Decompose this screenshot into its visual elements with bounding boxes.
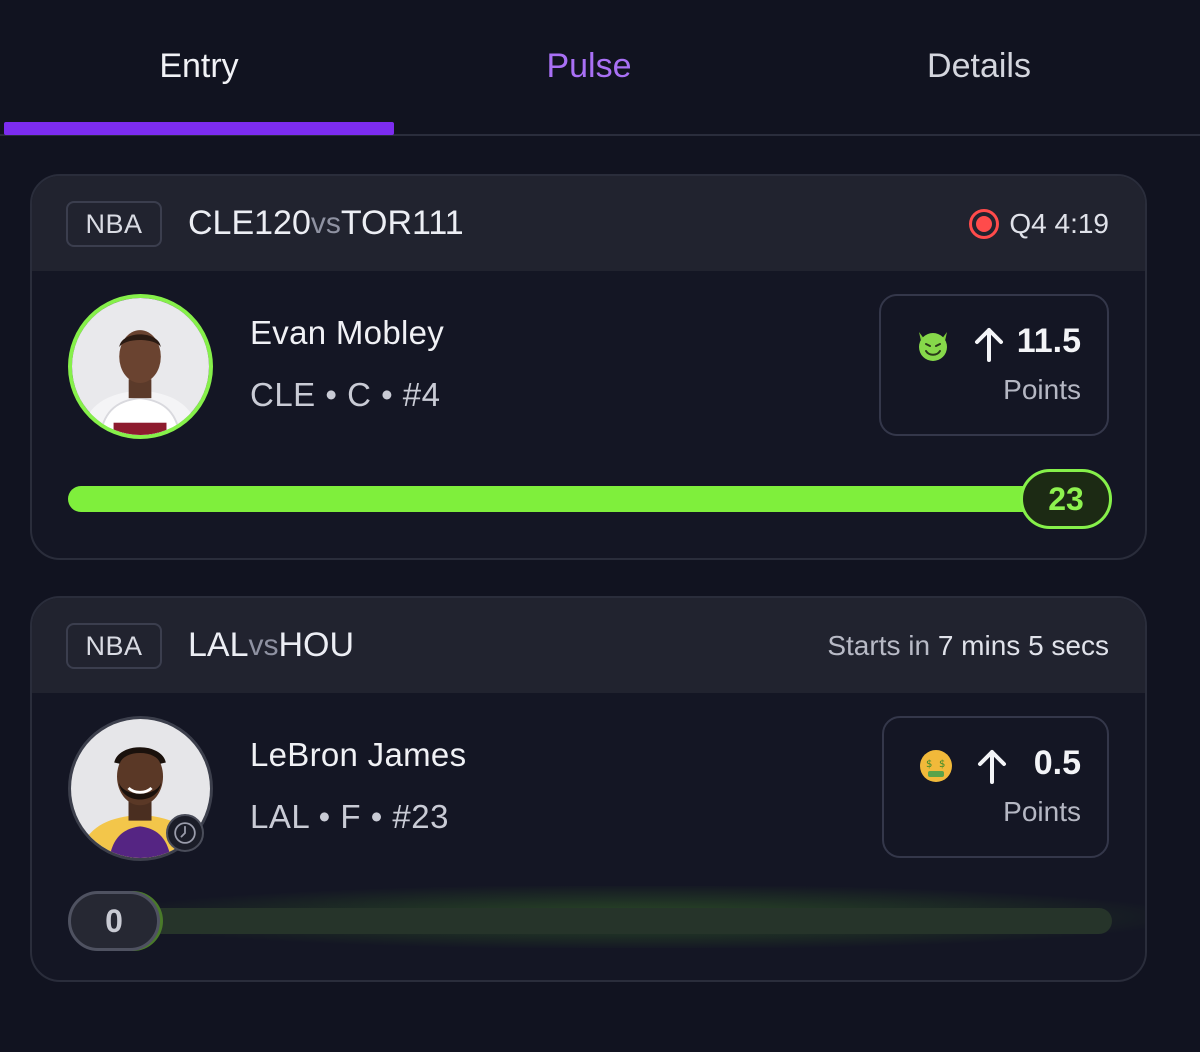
player-meta: CLE • C • #4 (250, 376, 441, 413)
start-countdown-prefix: Starts in (827, 629, 938, 661)
active-tab-indicator (4, 122, 394, 135)
svg-text:$: $ (939, 759, 945, 770)
game-clock: Q4 4:19 (1009, 207, 1109, 239)
progress-fill (68, 486, 1068, 512)
game-score: CLE 120 vs TOR 111 (188, 176, 464, 271)
money-mouth-emoji-icon: $ $ (920, 750, 952, 782)
pick-stat-label: Points (1003, 374, 1081, 405)
arrow-up-icon (978, 750, 1006, 784)
pick-stat-label: Points (1003, 796, 1081, 827)
devil-emoji-icon (919, 332, 947, 361)
pick-line-box[interactable]: 11.5 Points (879, 294, 1109, 436)
vs-label: vs (248, 628, 279, 662)
game-status: Q4 4:19 (969, 176, 1109, 271)
svg-text:$: $ (926, 759, 932, 770)
away-team: TOR (340, 204, 413, 242)
home-team: LAL (188, 626, 249, 664)
away-team: HOU (278, 626, 355, 664)
pick-card[interactable]: NBA CLE 120 vs TOR 111 Q4 4:19 Evan Mobl… (30, 174, 1147, 560)
pick-line-value: 11.5 (1016, 322, 1081, 360)
home-team: CLE (188, 204, 255, 242)
player-meta: LAL • F • #23 (250, 798, 449, 835)
game-header: NBA CLE 120 vs TOR 111 Q4 4:19 (32, 176, 1145, 271)
home-score: 120 (254, 204, 311, 242)
pick-card[interactable]: NBA LAL vs HOU Starts in 7 mins 5 secs L… (30, 596, 1147, 982)
current-stat-value: 23 (1020, 469, 1112, 529)
arrow-up-icon (975, 328, 1003, 362)
league-badge: NBA (66, 201, 162, 247)
pick-line-value: 0.5 (1033, 744, 1081, 782)
pick-line-box[interactable]: $ $ 0.5 Points (882, 716, 1109, 858)
tab-details[interactable]: Details (784, 0, 1174, 136)
tab-pulse[interactable]: Pulse (394, 0, 784, 136)
tab-bar: Entry Pulse Details (0, 0, 1200, 136)
live-record-icon (969, 208, 1000, 239)
player-name: LeBron James (250, 736, 467, 773)
player-name: Evan Mobley (250, 314, 445, 351)
vs-label: vs (310, 206, 341, 240)
tab-entry[interactable]: Entry (4, 0, 394, 136)
progress-track (128, 908, 1112, 934)
stat-progress-bar: 0 (68, 886, 1145, 951)
current-stat-value: 0 (68, 891, 160, 951)
game-header: NBA LAL vs HOU Starts in 7 mins 5 secs (32, 598, 1145, 693)
game-status: Starts in 7 mins 5 secs (827, 598, 1109, 693)
game-matchup: LAL vs HOU (188, 598, 354, 693)
start-countdown: 7 mins 5 secs (937, 629, 1109, 661)
away-score: 111 (412, 204, 464, 242)
stat-progress-bar: 23 (68, 469, 1112, 529)
league-badge: NBA (66, 623, 162, 669)
clock-icon (166, 814, 204, 852)
avatar (68, 294, 213, 439)
